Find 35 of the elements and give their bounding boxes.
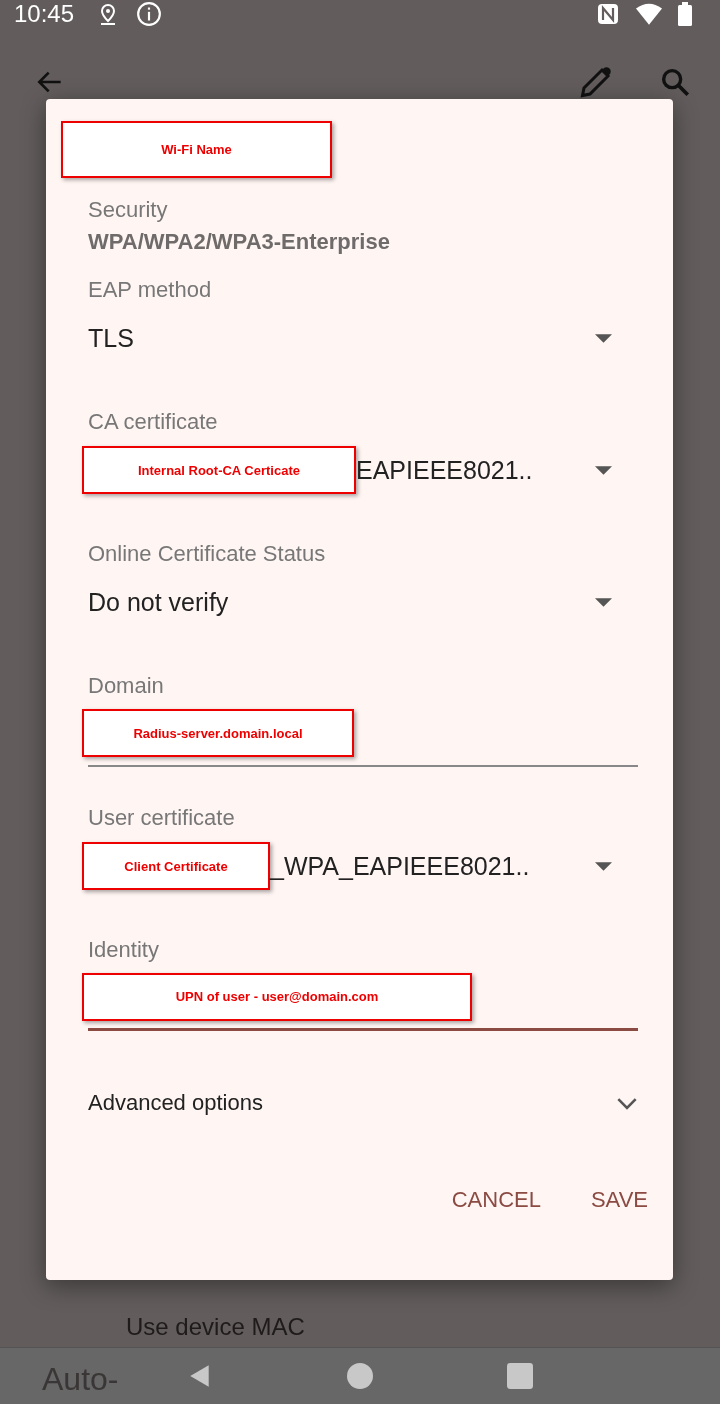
dropdown-arrow-icon <box>595 861 612 871</box>
text-field[interactable]: UPN of user - user@domain.com <box>88 965 638 1031</box>
field-label: Online Certificate Status <box>88 540 327 568</box>
dialog-button[interactable]: CANCEL <box>437 1175 555 1225</box>
home-icon[interactable] <box>347 1363 373 1389</box>
dropdown-value: TLS <box>88 323 134 353</box>
field-label: Identity <box>88 936 160 964</box>
text-field[interactable]: Radius-server.domain.local <box>88 701 638 767</box>
dropdown[interactable]: TLS <box>88 305 638 371</box>
wifi-icon <box>636 3 662 25</box>
clock: 10:45 <box>14 0 75 28</box>
annotation-label: Client Certificate <box>82 842 270 890</box>
setting-label: Use device MAC <box>126 1313 305 1341</box>
dropdown-arrow-icon <box>595 333 612 343</box>
dropdown-value: EAPIEEE8021.. <box>356 455 533 485</box>
security-value: WPA/WPA2/WPA3-Enterprise <box>88 228 391 256</box>
dialog-button[interactable]: SAVE <box>576 1175 662 1225</box>
dropdown[interactable]: Do not verify <box>88 569 638 635</box>
annotation-label: Internal Root-CA Certicate <box>82 446 356 494</box>
battery-icon <box>678 2 692 26</box>
dropdown-value: _WPA_EAPIEEE8021.. <box>270 851 530 881</box>
annotation-label: Radius-server.domain.local <box>82 709 354 757</box>
security-label: Security <box>88 196 169 224</box>
advanced-options-row[interactable]: Advanced options <box>88 1067 638 1139</box>
field-label: Domain <box>88 672 165 700</box>
edit-icon[interactable] <box>578 64 614 100</box>
dropdown-arrow-icon <box>595 465 612 475</box>
dropdown-arrow-icon <box>595 597 612 607</box>
field-label: User certificate <box>88 804 236 832</box>
annotation-label: UPN of user - user@domain.com <box>82 972 472 1021</box>
field-label: CA certificate <box>88 408 219 436</box>
info-icon <box>136 1 163 27</box>
annotation-label: Wi-Fi Name <box>61 121 332 178</box>
field-label: EAP method <box>88 276 213 304</box>
dropdown-value: Do not verify <box>88 587 229 617</box>
